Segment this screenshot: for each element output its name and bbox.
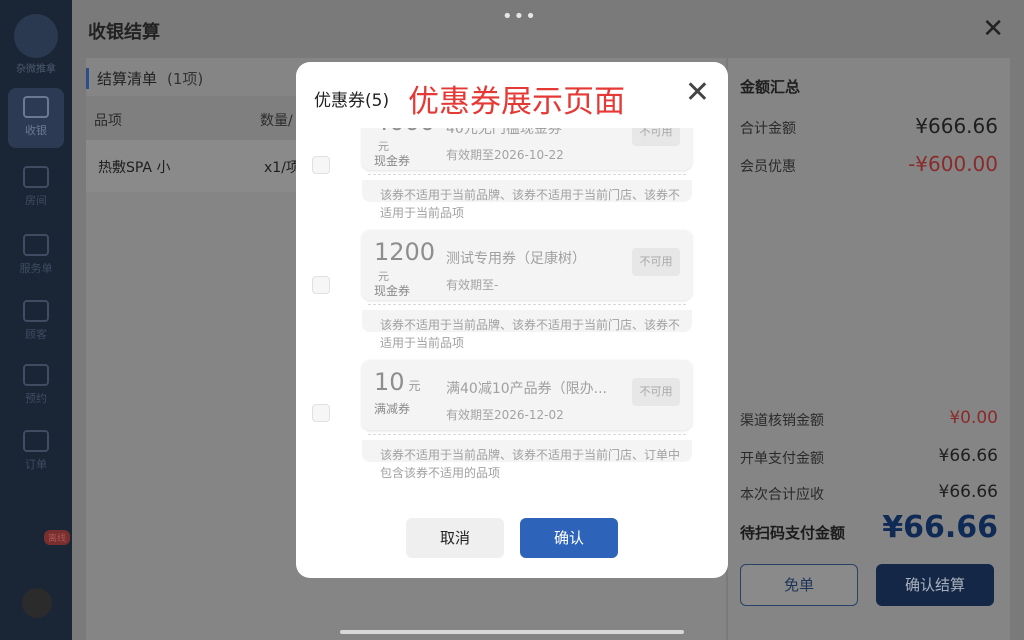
home-indicator xyxy=(340,630,684,634)
coupon-divider xyxy=(368,174,686,175)
summary-value: ¥66.66 xyxy=(938,446,998,466)
summary-row-channel: 渠道核销金额 ¥0.00 xyxy=(740,408,998,430)
coupon-notch xyxy=(357,429,367,439)
confirm-button[interactable]: 确认 xyxy=(520,518,618,558)
rail-item-label: 服务单 xyxy=(19,262,53,275)
section-title: 结算清单 (1项) xyxy=(86,68,203,89)
avatar[interactable] xyxy=(22,588,52,618)
left-rail: 杂微推拿 收银 房间 服务单 顾客 预约 订单 离线 xyxy=(0,0,72,640)
close-icon[interactable]: ✕ xyxy=(982,14,1004,44)
rail-item-room[interactable]: 房间 xyxy=(8,158,64,218)
rail-item-booking[interactable]: 预约 xyxy=(8,356,64,416)
logo-icon xyxy=(14,14,58,58)
summary-label: 渠道核销金额 xyxy=(740,413,824,429)
annotation-label: 优惠券展示页面 xyxy=(408,84,625,120)
confirm-checkout-button[interactable]: 确认结算 xyxy=(876,564,994,606)
rail-item-customer[interactable]: 顾客 xyxy=(8,292,64,352)
summary-title: 金额汇总 xyxy=(740,78,801,96)
dialog-title: 优惠券(5) xyxy=(314,91,390,111)
coupon-expiry: 有效期至2026-12-02 xyxy=(446,408,564,422)
coupon-unit: 元 xyxy=(408,379,421,393)
coupon-amount: 10 元 xyxy=(374,368,421,396)
rail-item-label: 房间 xyxy=(25,194,47,207)
cancel-button[interactable]: 取消 xyxy=(406,518,504,558)
free-order-button[interactable]: 免单 xyxy=(740,564,858,606)
clipboard-icon xyxy=(23,430,49,452)
summary-label: 合计金额 xyxy=(740,121,796,137)
coupon-note: 该券不适用于当前品牌、该券不适用于当前门店、订单中包含该券不适用的品项 xyxy=(380,448,681,480)
coupon-status-badge: 不可用 xyxy=(632,378,680,406)
coupon-checkbox[interactable] xyxy=(312,276,330,294)
summary-label: 会员优惠 xyxy=(740,159,796,175)
coupon-type: 现金券 xyxy=(374,284,411,298)
coupon-list[interactable]: 4000 元 现金券 40元无门槛现金券 有效期至2026-10-22 不可用 … xyxy=(296,128,728,488)
coupon-expiry: 有效期至2026-10-22 xyxy=(446,148,564,162)
monitor-icon xyxy=(23,96,49,118)
coupon-note: 该券不适用于当前品牌、该券不适用于当前门店、该券不适用于当前品项 xyxy=(380,188,681,220)
section-count: (1项) xyxy=(167,70,204,88)
summary-value: ¥666.66 xyxy=(915,114,998,138)
coupon-type: 现金券 xyxy=(374,154,411,168)
coupon-notch xyxy=(687,169,697,179)
rail-item-service[interactable]: 服务单 xyxy=(8,226,64,286)
summary-value: ¥0.00 xyxy=(949,408,998,428)
coupon-notch xyxy=(357,169,367,179)
section-title-text: 结算清单 xyxy=(97,70,158,88)
coupon-amount: 1200 xyxy=(374,238,436,266)
coupon-notch xyxy=(687,299,697,309)
coupon-notch xyxy=(357,299,367,309)
summary-row-order-paid: 开单支付金额 ¥66.66 xyxy=(740,446,998,468)
summary-value: ¥66.66 xyxy=(938,482,998,502)
page-title: 收银结算 xyxy=(88,22,160,43)
column-header: 数量/ xyxy=(260,113,293,129)
summary-row-to-pay: 待扫码支付金额 ¥66.66 xyxy=(740,510,998,545)
coupon-amount-value: 10 xyxy=(374,368,405,396)
coupon-note: 该券不适用于当前品牌、该券不适用于当前门店、该券不适用于当前品项 xyxy=(380,318,681,350)
rail-item-label: 收银 xyxy=(25,124,47,137)
rail-item-order[interactable]: 订单 xyxy=(8,422,64,482)
logo-text: 杂微推拿 xyxy=(16,64,56,75)
rail-item-label: 订单 xyxy=(25,458,47,471)
coupon-divider xyxy=(368,434,686,435)
coupon-dialog: 优惠券(5) 优惠券展示页面 ✕ 4000 元 现金券 40元无门槛现金券 有效… xyxy=(296,62,728,578)
coupon-name: 测试专用券（足康树） xyxy=(446,251,586,267)
calendar-icon xyxy=(23,364,49,386)
coupon-divider xyxy=(368,304,686,305)
coupon-status-badge: 不可用 xyxy=(632,248,680,276)
amount-summary-card: 金额汇总 合计金额 ¥666.66 会员优惠 -¥600.00 渠道核销金额 ¥… xyxy=(728,58,1010,640)
offline-badge: 离线 xyxy=(44,530,71,545)
service-icon xyxy=(23,234,49,256)
summary-value: -¥600.00 xyxy=(908,152,998,176)
coupon-name: 40元无门槛现金券 xyxy=(446,128,562,137)
coupon-checkbox[interactable] xyxy=(312,404,330,422)
coupon-checkbox[interactable] xyxy=(312,156,330,174)
coupon-name: 满40减10产品券（限办... xyxy=(446,381,607,397)
summary-row-total: 合计金额 ¥666.66 xyxy=(740,114,998,138)
column-header: 品项 xyxy=(94,113,122,129)
summary-label: 待扫码支付金额 xyxy=(740,524,846,542)
item-qty: x1/项 xyxy=(264,160,300,176)
item-name: 热敷SPA 小 xyxy=(98,160,171,176)
more-dots-icon[interactable]: ••• xyxy=(502,6,537,27)
rail-item-label: 预约 xyxy=(25,392,47,405)
home-icon xyxy=(23,166,49,188)
rail-item-cashier[interactable]: 收银 xyxy=(8,88,64,148)
summary-row-member-discount: 会员优惠 -¥600.00 xyxy=(740,152,998,176)
close-icon[interactable]: ✕ xyxy=(685,78,710,108)
coupon-type: 满减券 xyxy=(374,402,411,416)
coupon-notch xyxy=(687,429,697,439)
coupon-status-badge: 不可用 xyxy=(632,128,680,146)
summary-value: ¥66.66 xyxy=(882,510,998,545)
user-icon xyxy=(23,300,49,322)
coupon-expiry: 有效期至- xyxy=(446,278,499,292)
summary-row-receivable: 本次合计应收 ¥66.66 xyxy=(740,482,998,504)
coupon-amount: 4000 xyxy=(374,128,435,136)
rail-item-label: 顾客 xyxy=(25,328,47,341)
summary-label: 开单支付金额 xyxy=(740,451,824,467)
summary-label: 本次合计应收 xyxy=(740,487,824,503)
